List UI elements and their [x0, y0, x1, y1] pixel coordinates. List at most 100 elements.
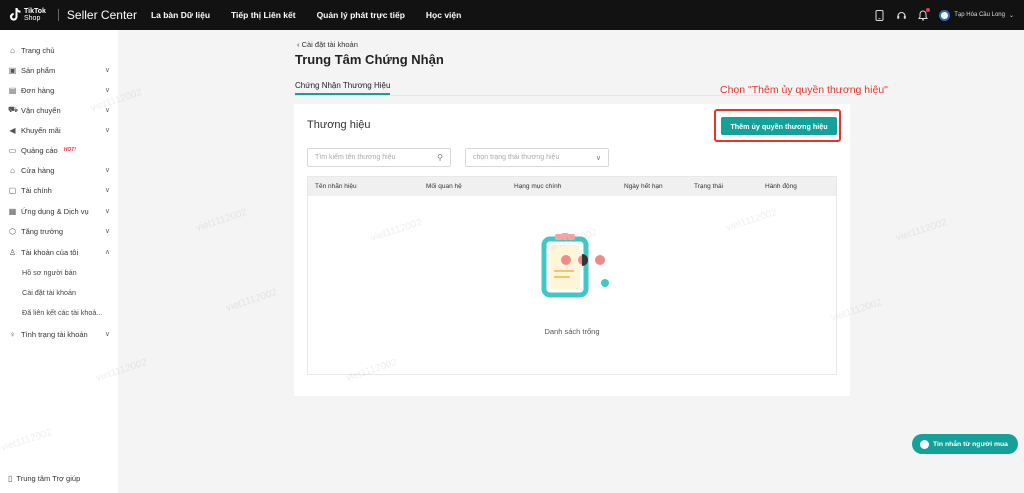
truck-icon: ⛟ [8, 105, 19, 114]
breadcrumb-back[interactable]: ‹ Cài đặt tài khoản [297, 40, 358, 49]
store-icon: ⌂ [10, 165, 15, 175]
sidebar-subitem-linked-accounts[interactable]: Đã liên kết các tài khoả... [22, 308, 102, 317]
watermark: viet1112002 [194, 207, 249, 234]
card-title: Thương hiệu [307, 119, 371, 131]
empty-list-illustration [538, 232, 618, 303]
wallet-icon: ▢ [8, 185, 17, 195]
growth-icon: ⬡ [9, 226, 16, 236]
sidebar-item-apps[interactable]: ▦ Ứng dụng & Dịch vụ ∨ [8, 204, 112, 218]
phone-icon[interactable] [873, 9, 885, 21]
select-placeholder: chọn trạng thái thương hiệu [473, 154, 560, 161]
sidebar-item-label: Tăng trưởng [21, 226, 64, 236]
notification-dot [926, 8, 931, 12]
sidebar-item-store[interactable]: ⌂ Cửa hàng ∨ [8, 163, 112, 177]
app-title: Seller Center [66, 8, 137, 22]
book-icon: ▯ [8, 474, 13, 483]
chevron-down-icon: ⌄ [1008, 12, 1014, 19]
chevron-down-icon: ∨ [104, 187, 110, 194]
divider [57, 9, 59, 21]
tab-brand-certification[interactable]: Chứng Nhận Thương Hiệu [295, 81, 391, 95]
sidebar-item-label: Ứng dụng & Dịch vụ [21, 206, 89, 216]
buyer-chat-button[interactable]: Tin nhắn từ người mua [912, 434, 1018, 454]
sidebar-item-label: Quảng cáo [21, 145, 58, 155]
chevron-down-icon: ∨ [104, 208, 110, 215]
watermark: viet1112002 [224, 287, 279, 314]
top-right-tools: Tạp Hóa Cầu Long ⌄ [873, 0, 1014, 30]
sidebar-item-home[interactable]: ⌂ Trang chủ [8, 43, 112, 57]
brand-status-select[interactable]: chọn trạng thái thương hiệu ∨ [465, 148, 609, 167]
sidebar-item-my-account[interactable]: ♙ Tài khoản của tôi ∧ [8, 245, 112, 259]
nav-affiliate[interactable]: Tiếp thị Liên kết [231, 10, 296, 20]
empty-list-text: Danh sách trống [544, 327, 600, 336]
column-relationship: Mối quan hệ [426, 183, 462, 190]
sidebar-item-finance[interactable]: ▢ Tài chính ∨ [8, 183, 112, 197]
tiktok-shop-logo[interactable]: TikTok Shop [9, 8, 46, 22]
logo-line-2: Shop [24, 15, 41, 22]
brand-search-input[interactable]: Tìm kiếm tên thương hiệu ⚲ [307, 148, 451, 167]
column-status: Trạng thái [694, 183, 724, 190]
sidebar-item-promotions[interactable]: ◀ Khuyến mãi ∨ [8, 123, 112, 137]
top-nav: La bàn Dữ liệu Tiếp thị Liên kết Quản lý… [151, 10, 482, 20]
chevron-down-icon: ∨ [104, 67, 110, 74]
help-center-link[interactable]: ▯ Trung tâm Trợ giúp [8, 474, 80, 483]
chevron-down-icon: ∨ [104, 228, 110, 235]
logo-line-1: TikTok [24, 8, 46, 15]
column-expiry-date: Ngày hết hạn [624, 183, 663, 190]
ads-icon: ▭ [8, 145, 17, 155]
tiktok-logo-icon [9, 8, 21, 22]
chat-bubble-icon [920, 439, 929, 449]
sidebar-item-growth[interactable]: ⬡ Tăng trưởng ∨ [8, 224, 112, 238]
shop-name: Tạp Hóa Cầu Long [954, 12, 1005, 18]
avatar [939, 9, 951, 21]
chevron-down-icon: ∨ [104, 87, 110, 94]
sidebar-item-label: Đơn hàng [21, 85, 55, 95]
sidebar-item-label: Cửa hàng [21, 165, 55, 175]
sidebar-item-label: Trang chủ [21, 45, 55, 55]
sidebar-item-label: Tài khoản của tôi [21, 247, 79, 257]
sidebar-item-label: Tình trạng tài khoản [21, 329, 88, 339]
megaphone-icon: ◀ [9, 125, 16, 135]
table-header: Tên nhãn hiệu Mối quan hệ Hạng mục chính… [308, 177, 836, 196]
chevron-down-icon: ∨ [104, 331, 110, 338]
column-brand-name: Tên nhãn hiệu [315, 183, 357, 190]
lightbulb-icon: ♀ [9, 329, 16, 339]
home-icon: ⌂ [10, 45, 15, 55]
chevron-down-icon: ∨ [104, 127, 110, 134]
shop-account-menu[interactable]: Tạp Hóa Cầu Long ⌄ [939, 9, 1014, 21]
sidebar-item-ads[interactable]: ▭ Quảng cáo HOT! [8, 143, 112, 157]
highlight-box: Thêm ủy quyền thương hiệu [714, 109, 841, 142]
chevron-down-icon: ∨ [104, 107, 110, 114]
apps-icon: ▦ [8, 206, 17, 216]
watermark: viet1112002 [894, 217, 949, 244]
search-placeholder: Tìm kiếm tên thương hiệu [315, 154, 396, 161]
sidebar-item-label: Tài chính [21, 185, 52, 195]
brand-card: Thương hiệu Thêm ủy quyền thương hiệu Tì… [294, 104, 850, 396]
add-brand-authorization-button[interactable]: Thêm ủy quyền thương hiệu [721, 117, 837, 135]
chevron-down-icon: ∨ [595, 154, 601, 162]
nav-live[interactable]: Quản lý phát trực tiếp [317, 10, 405, 20]
nav-data-compass[interactable]: La bàn Dữ liệu [151, 10, 210, 20]
headset-icon[interactable] [895, 9, 907, 21]
sidebar-item-label: Sản phẩm [21, 65, 56, 75]
column-main-category: Hạng mục chính [514, 183, 562, 190]
sidebar-subitem-account-settings[interactable]: Cài đặt tài khoản [22, 288, 76, 297]
chat-button-label: Tin nhắn từ người mua [933, 440, 1008, 448]
instruction-annotation: Chọn "Thêm ủy quyền thương hiệu" [720, 84, 888, 96]
sidebar-item-products[interactable]: ▣ Sản phẩm ∨ [8, 63, 112, 77]
sidebar-item-orders[interactable]: ▤ Đơn hàng ∨ [8, 83, 112, 97]
sidebar-item-shipping[interactable]: ⛟ Vận chuyển ∨ [8, 103, 112, 117]
clipboard-icon: ▤ [8, 85, 17, 95]
page-title: Trung Tâm Chứng Nhận [295, 52, 444, 67]
chevron-down-icon: ∨ [104, 167, 110, 174]
sidebar-subitem-seller-profile[interactable]: Hồ sơ người bán [22, 268, 77, 277]
user-icon: ♙ [8, 247, 17, 257]
box-icon: ▣ [8, 65, 17, 75]
bell-icon[interactable] [917, 8, 931, 21]
sidebar: ⌂ Trang chủ ▣ Sản phẩm ∨ ▤ Đơn hàng ∨ ⛟ … [0, 30, 118, 493]
brand-table: Tên nhãn hiệu Mối quan hệ Hạng mục chính… [307, 176, 837, 375]
search-icon[interactable]: ⚲ [437, 153, 443, 162]
top-bar: TikTok Shop Seller Center La bàn Dữ liệu… [0, 0, 1024, 30]
nav-academy[interactable]: Học viện [426, 10, 461, 20]
column-actions: Hành động [765, 183, 797, 190]
sidebar-item-account-status[interactable]: ♀ Tình trạng tài khoản ∨ [8, 327, 112, 341]
